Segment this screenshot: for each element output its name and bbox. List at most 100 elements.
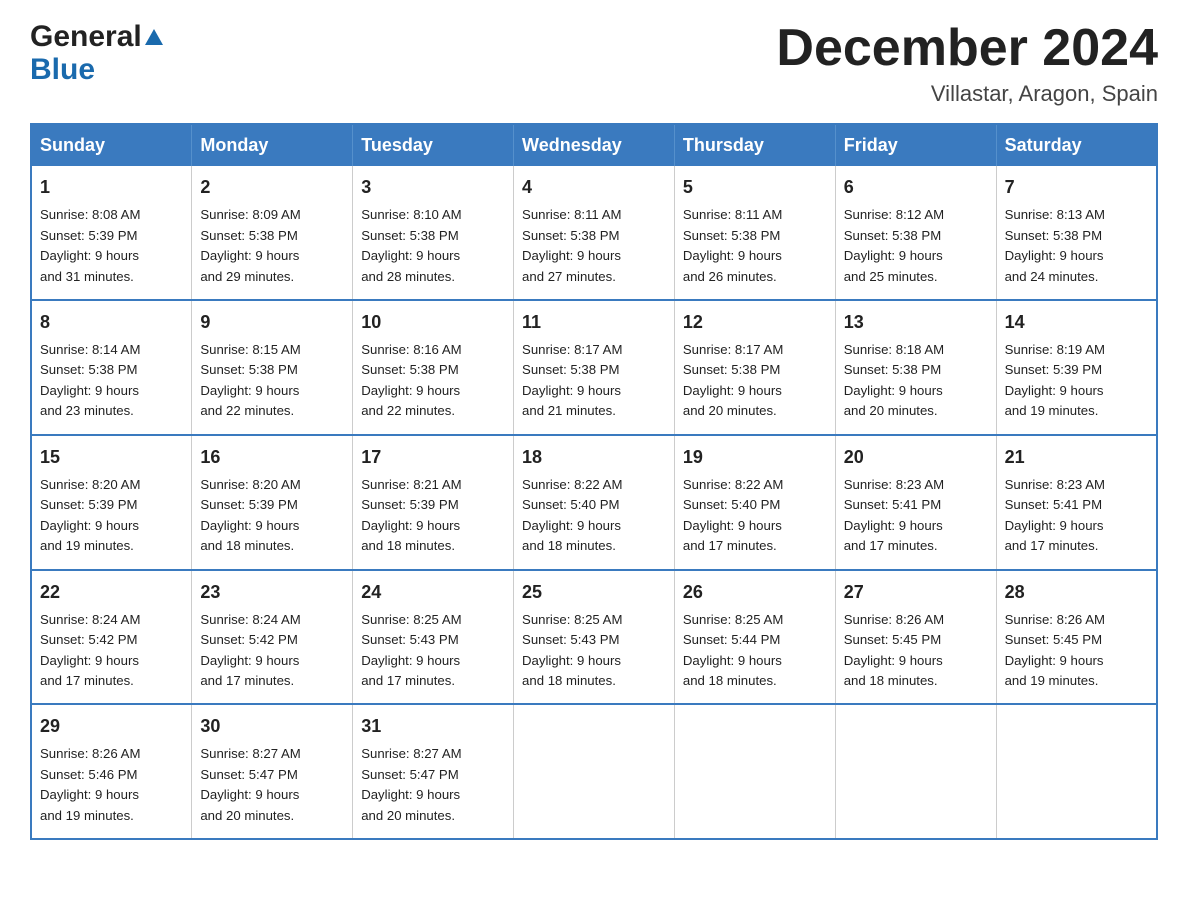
day-info: Sunrise: 8:11 AMSunset: 5:38 PMDaylight:…	[522, 205, 666, 287]
day-header-sunday: Sunday	[31, 124, 192, 166]
day-number: 25	[522, 579, 666, 606]
day-info: Sunrise: 8:25 AMSunset: 5:44 PMDaylight:…	[683, 610, 827, 692]
day-number: 26	[683, 579, 827, 606]
day-number: 2	[200, 174, 344, 201]
calendar-cell: 3Sunrise: 8:10 AMSunset: 5:38 PMDaylight…	[353, 166, 514, 300]
day-info: Sunrise: 8:20 AMSunset: 5:39 PMDaylight:…	[40, 475, 183, 557]
day-number: 21	[1005, 444, 1148, 471]
calendar-cell: 26 Sunrise: 8:25 AMSunset: 5:44 PMDayligh…	[674, 570, 835, 705]
calendar-cell: 2 Sunrise: 8:09 AMSunset: 5:38 PMDaylight…	[192, 166, 353, 300]
month-title: December 2024	[776, 20, 1158, 77]
day-info: Sunrise: 8:25 AMSunset: 5:43 PMDaylight:…	[361, 610, 505, 692]
day-number: 10	[361, 309, 505, 336]
day-number: 23	[200, 579, 344, 606]
calendar-header-row: SundayMondayTuesdayWednesdayThursdayFrid…	[31, 124, 1157, 166]
calendar-cell: 7 Sunrise: 8:13 AMSunset: 5:38 PMDaylight…	[996, 166, 1157, 300]
day-info: Sunrise: 8:17 AMSunset: 5:38 PMDaylight:…	[522, 340, 666, 422]
day-number: 24	[361, 579, 505, 606]
day-header-thursday: Thursday	[674, 124, 835, 166]
day-number: 29	[40, 713, 183, 740]
logo-general-text: General	[30, 20, 163, 53]
day-header-friday: Friday	[835, 124, 996, 166]
page-header: General Blue December 2024 Villastar, Ar…	[30, 20, 1158, 107]
day-info: Sunrise: 8:25 AMSunset: 5:43 PMDaylight:…	[522, 610, 666, 692]
day-header-saturday: Saturday	[996, 124, 1157, 166]
day-info: Sunrise: 8:17 AMSunset: 5:38 PMDaylight:…	[683, 340, 827, 422]
day-info: Sunrise: 8:09 AMSunset: 5:38 PMDaylight:…	[200, 205, 344, 287]
calendar-cell: 27 Sunrise: 8:26 AMSunset: 5:45 PMDayligh…	[835, 570, 996, 705]
day-number: 11	[522, 309, 666, 336]
day-info: Sunrise: 8:21 AMSunset: 5:39 PMDaylight:…	[361, 475, 505, 557]
day-info: Sunrise: 8:23 AMSunset: 5:41 PMDaylight:…	[1005, 475, 1148, 557]
calendar-table: SundayMondayTuesdayWednesdayThursdayFrid…	[30, 123, 1158, 840]
calendar-cell: 11 Sunrise: 8:17 AMSunset: 5:38 PMDayligh…	[514, 300, 675, 435]
calendar-cell	[996, 704, 1157, 839]
day-number: 3	[361, 174, 505, 201]
day-number: 20	[844, 444, 988, 471]
day-info: Sunrise: 8:26 AMSunset: 5:45 PMDaylight:…	[1005, 610, 1148, 692]
calendar-cell: 24 Sunrise: 8:25 AMSunset: 5:43 PMDayligh…	[353, 570, 514, 705]
calendar-cell: 6Sunrise: 8:12 AMSunset: 5:38 PMDaylight…	[835, 166, 996, 300]
day-number: 14	[1005, 309, 1148, 336]
logo: General Blue	[30, 20, 163, 86]
day-info: Sunrise: 8:27 AMSunset: 5:47 PMDaylight:…	[361, 744, 505, 826]
calendar-cell: 15 Sunrise: 8:20 AMSunset: 5:39 PMDayligh…	[31, 435, 192, 570]
day-info: Sunrise: 8:13 AMSunset: 5:38 PMDaylight:…	[1005, 205, 1148, 287]
calendar-cell: 21 Sunrise: 8:23 AMSunset: 5:41 PMDayligh…	[996, 435, 1157, 570]
calendar-cell: 13Sunrise: 8:18 AMSunset: 5:38 PMDayligh…	[835, 300, 996, 435]
day-info: Sunrise: 8:23 AMSunset: 5:41 PMDaylight:…	[844, 475, 988, 557]
calendar-cell: 9 Sunrise: 8:15 AMSunset: 5:38 PMDaylight…	[192, 300, 353, 435]
day-info: Sunrise: 8:19 AMSunset: 5:39 PMDaylight:…	[1005, 340, 1148, 422]
calendar-cell: 25 Sunrise: 8:25 AMSunset: 5:43 PMDayligh…	[514, 570, 675, 705]
day-number: 28	[1005, 579, 1148, 606]
calendar-cell: 29Sunrise: 8:26 AMSunset: 5:46 PMDayligh…	[31, 704, 192, 839]
day-info: Sunrise: 8:18 AMSunset: 5:38 PMDaylight:…	[844, 340, 988, 422]
calendar-cell: 17Sunrise: 8:21 AMSunset: 5:39 PMDayligh…	[353, 435, 514, 570]
calendar-cell: 10Sunrise: 8:16 AMSunset: 5:38 PMDayligh…	[353, 300, 514, 435]
day-number: 5	[683, 174, 827, 201]
calendar-week-5: 29Sunrise: 8:26 AMSunset: 5:46 PMDayligh…	[31, 704, 1157, 839]
calendar-cell: 30Sunrise: 8:27 AMSunset: 5:47 PMDayligh…	[192, 704, 353, 839]
calendar-week-1: 1Sunrise: 8:08 AMSunset: 5:39 PMDaylight…	[31, 166, 1157, 300]
day-info: Sunrise: 8:24 AMSunset: 5:42 PMDaylight:…	[40, 610, 183, 692]
day-info: Sunrise: 8:22 AMSunset: 5:40 PMDaylight:…	[522, 475, 666, 557]
calendar-cell: 4 Sunrise: 8:11 AMSunset: 5:38 PMDaylight…	[514, 166, 675, 300]
day-info: Sunrise: 8:12 AMSunset: 5:38 PMDaylight:…	[844, 205, 988, 287]
calendar-cell	[514, 704, 675, 839]
calendar-week-4: 22 Sunrise: 8:24 AMSunset: 5:42 PMDayligh…	[31, 570, 1157, 705]
calendar-cell: 8 Sunrise: 8:14 AMSunset: 5:38 PMDaylight…	[31, 300, 192, 435]
logo-blue-text: Blue	[30, 53, 163, 86]
calendar-cell: 23 Sunrise: 8:24 AMSunset: 5:42 PMDayligh…	[192, 570, 353, 705]
calendar-cell: 18 Sunrise: 8:22 AMSunset: 5:40 PMDayligh…	[514, 435, 675, 570]
day-info: Sunrise: 8:11 AMSunset: 5:38 PMDaylight:…	[683, 205, 827, 287]
day-header-wednesday: Wednesday	[514, 124, 675, 166]
calendar-cell: 1Sunrise: 8:08 AMSunset: 5:39 PMDaylight…	[31, 166, 192, 300]
day-number: 7	[1005, 174, 1148, 201]
calendar-week-3: 15 Sunrise: 8:20 AMSunset: 5:39 PMDayligh…	[31, 435, 1157, 570]
day-number: 19	[683, 444, 827, 471]
calendar-cell: 20 Sunrise: 8:23 AMSunset: 5:41 PMDayligh…	[835, 435, 996, 570]
calendar-cell: 22 Sunrise: 8:24 AMSunset: 5:42 PMDayligh…	[31, 570, 192, 705]
day-number: 4	[522, 174, 666, 201]
day-info: Sunrise: 8:15 AMSunset: 5:38 PMDaylight:…	[200, 340, 344, 422]
calendar-cell: 16Sunrise: 8:20 AMSunset: 5:39 PMDayligh…	[192, 435, 353, 570]
day-number: 22	[40, 579, 183, 606]
day-number: 9	[200, 309, 344, 336]
day-info: Sunrise: 8:24 AMSunset: 5:42 PMDaylight:…	[200, 610, 344, 692]
day-number: 15	[40, 444, 183, 471]
logo-triangle-icon	[145, 29, 163, 45]
calendar-cell: 5 Sunrise: 8:11 AMSunset: 5:38 PMDaylight…	[674, 166, 835, 300]
calendar-cell	[674, 704, 835, 839]
day-header-tuesday: Tuesday	[353, 124, 514, 166]
calendar-cell: 12 Sunrise: 8:17 AMSunset: 5:38 PMDayligh…	[674, 300, 835, 435]
day-number: 8	[40, 309, 183, 336]
title-section: December 2024 Villastar, Aragon, Spain	[776, 20, 1158, 107]
day-info: Sunrise: 8:26 AMSunset: 5:45 PMDaylight:…	[844, 610, 988, 692]
day-number: 12	[683, 309, 827, 336]
day-number: 27	[844, 579, 988, 606]
day-header-monday: Monday	[192, 124, 353, 166]
day-number: 18	[522, 444, 666, 471]
day-info: Sunrise: 8:14 AMSunset: 5:38 PMDaylight:…	[40, 340, 183, 422]
day-number: 30	[200, 713, 344, 740]
calendar-week-2: 8 Sunrise: 8:14 AMSunset: 5:38 PMDaylight…	[31, 300, 1157, 435]
